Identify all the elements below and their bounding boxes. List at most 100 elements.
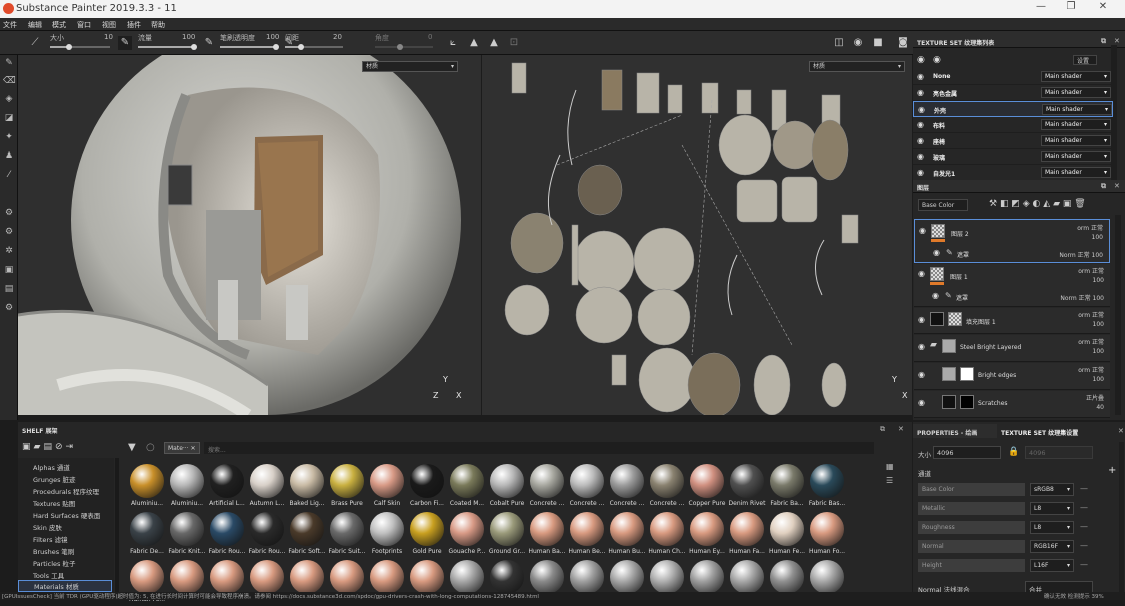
minimize-button[interactable]: —	[1026, 1, 1056, 17]
channel-format-select[interactable]: L8	[1030, 521, 1074, 534]
mask-eye-icon[interactable]: ◉	[932, 291, 939, 300]
view-icon[interactable]: ◉	[933, 55, 941, 65]
texture-set-row[interactable]: ◉ None Main shader	[913, 69, 1113, 85]
effects-icon[interactable]: ✲	[3, 245, 15, 257]
filter-circle-icon[interactable]: ○	[146, 442, 155, 453]
layer-blend-mode[interactable]: 正片叠	[1086, 393, 1104, 402]
layer-eye-icon[interactable]: ◉	[918, 398, 925, 407]
shader-select[interactable]: Main shader	[1041, 167, 1111, 178]
filter-tag[interactable]: Mate··· ✕	[164, 442, 200, 454]
mask-blend-mode[interactable]: Norm 正常 100	[1060, 293, 1104, 302]
material-tile[interactable]: Fabric Ba...	[768, 464, 806, 510]
eye-all-icon[interactable]: ◉	[917, 55, 925, 65]
shader-select[interactable]: Main shader	[1041, 135, 1111, 146]
properties-scrollbar[interactable]	[1119, 442, 1124, 592]
material-tile[interactable]: Concrete ...	[568, 464, 606, 510]
close-panel-icon[interactable]: ✕	[1118, 427, 1124, 435]
size-slider[interactable]	[50, 44, 110, 50]
float-panel-icon[interactable]: ⧉	[1101, 37, 1106, 46]
menu-file[interactable]: 文件	[3, 20, 17, 30]
geometry-fill-icon[interactable]: ◪	[3, 112, 15, 124]
menu-plugins[interactable]: 插件	[127, 20, 141, 30]
material-tile[interactable]: Ground Gr...	[488, 512, 526, 558]
material-tile[interactable]: Fabric Knit...	[168, 512, 206, 558]
material-tile[interactable]: Gold Pure	[408, 512, 446, 558]
float-panel-icon[interactable]: ⧉	[1101, 182, 1106, 191]
bake-icon[interactable]: ⚙	[3, 226, 15, 238]
channel-format-select[interactable]: L16F	[1030, 559, 1074, 572]
menu-view[interactable]: 视图	[102, 20, 116, 30]
material-tile[interactable]: Aluminiu...	[168, 464, 206, 510]
menu-edit[interactable]: 编辑	[28, 20, 42, 30]
texture-set-row[interactable]: ◉ 布料 Main shader	[913, 117, 1113, 133]
layer-eye-icon[interactable]: ◉	[918, 370, 925, 379]
menu-help[interactable]: 帮助	[151, 20, 165, 30]
add-layer-icon[interactable]: ◈	[1023, 199, 1030, 209]
log-icon[interactable]: ⚙	[3, 302, 15, 314]
lock-icon[interactable]: 🔒	[1008, 447, 1019, 457]
material-tile[interactable]: Baked Lig...	[288, 464, 326, 510]
material-tile[interactable]: Aluminiu...	[128, 464, 166, 510]
layer-row[interactable]: ◉ 图层 1 orm 正常 100 ◉ ✎ 遮罩 Norm 正常 100	[914, 264, 1110, 307]
layer-eye-icon[interactable]: ◉	[918, 342, 925, 351]
shelf-category[interactable]: Alphas 通道	[33, 462, 70, 472]
symmetry-toggle-icon[interactable]: ⊡	[507, 36, 521, 50]
material-tile[interactable]: Human Ba...	[528, 512, 566, 558]
camera-icon[interactable]: ■	[871, 36, 885, 50]
shelf-search-input[interactable]: 搜索...	[204, 442, 874, 454]
material-tile[interactable]: Fabric De...	[128, 512, 166, 558]
new-folder-icon[interactable]: ▣	[22, 442, 34, 452]
layer-row-selected[interactable]: ◉ 图层 2 orm 正常 100 ◉ ✎ 遮罩 Norm 正常 100	[914, 219, 1110, 263]
material-tile[interactable]: Autumn L...	[248, 464, 286, 510]
remove-channel-icon[interactable]: —	[1080, 484, 1088, 493]
layer-opacity[interactable]: 100	[1093, 321, 1104, 328]
shader-settings-icon[interactable]: ▤	[3, 283, 15, 295]
smudge-tool-icon[interactable]: ✦	[3, 131, 15, 143]
channel-format-select[interactable]: sRGB8	[1030, 483, 1074, 496]
hide-icon[interactable]: ⊘	[55, 442, 66, 452]
screenshot-icon[interactable]: ◙	[896, 36, 910, 50]
material-tile[interactable]: Fabric Rou...	[248, 512, 286, 558]
layer-blend-mode[interactable]: orm 正常	[1078, 266, 1104, 275]
layer-eye-icon[interactable]: ◉	[919, 226, 926, 235]
layers-scrollbar[interactable]	[1115, 215, 1121, 415]
angle-slider[interactable]	[375, 44, 433, 50]
flow-slider[interactable]	[138, 44, 197, 50]
shelf-category[interactable]: Particles 粒子	[33, 558, 75, 568]
close-panel-icon[interactable]: ✕	[1114, 37, 1120, 45]
shader-select[interactable]: Main shader	[1041, 87, 1111, 98]
remove-channel-icon[interactable]: —	[1080, 541, 1088, 550]
texture-set-row-selected[interactable]: ◉ 外壳 Main shader	[913, 101, 1113, 117]
spacing-slider[interactable]	[285, 44, 343, 50]
material-tile[interactable]: Human Fa...	[728, 512, 766, 558]
layer-opacity[interactable]: 100	[1093, 376, 1104, 383]
material-tile[interactable]: Concrete ...	[528, 464, 566, 510]
texture-set-row[interactable]: ◉ 亮色金属 Main shader	[913, 85, 1113, 101]
size-select[interactable]: 4096	[933, 446, 1001, 459]
stroke-opacity-slider[interactable]	[220, 44, 279, 50]
mask-eye-icon[interactable]: ◉	[933, 248, 940, 257]
material-tile[interactable]: Concrete ...	[608, 464, 646, 510]
shader-select[interactable]: Main shader	[1041, 119, 1111, 130]
channel-row[interactable]: HeightL16F—	[918, 559, 1116, 572]
clone-tool-icon[interactable]: ♟	[3, 150, 15, 162]
spacing-value[interactable]: 20	[333, 33, 342, 41]
shader-select[interactable]: Main shader	[1042, 104, 1112, 115]
close-button[interactable]: ✕	[1088, 1, 1118, 17]
add-channel-icon[interactable]: +	[1108, 465, 1116, 476]
material-tile[interactable]: Human Be...	[568, 512, 606, 558]
shelf-category[interactable]: Grunges 脏迹	[33, 474, 76, 484]
channel-row[interactable]: RoughnessL8—	[918, 521, 1116, 534]
close-panel-icon[interactable]: ✕	[898, 425, 904, 433]
smart-mask-icon[interactable]: ◐	[1033, 199, 1041, 209]
layer-blend-mode[interactable]: orm 正常	[1078, 337, 1104, 346]
angle-value[interactable]: 0	[428, 33, 432, 41]
layer-blend-mode[interactable]: orm 正常	[1077, 223, 1103, 232]
visibility-eye-icon[interactable]: ◉	[917, 72, 924, 81]
delete-icon[interactable]: ▤	[43, 442, 55, 452]
remove-channel-icon[interactable]: —	[1080, 560, 1088, 569]
remove-filter-icon[interactable]: ✕	[191, 445, 196, 452]
size-value[interactable]: 10	[104, 33, 113, 41]
shelf-category[interactable]: Hard Surfaces 硬表面	[33, 510, 100, 520]
display-settings-icon[interactable]: ▣	[3, 264, 15, 276]
